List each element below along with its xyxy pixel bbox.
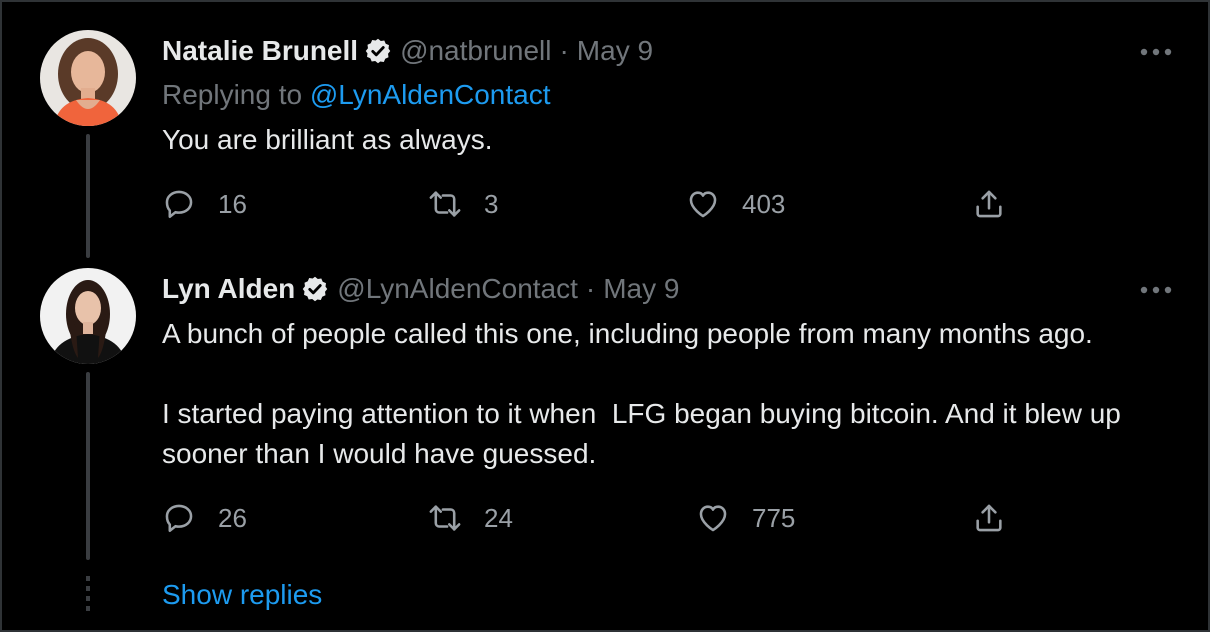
thread-connector-line (86, 372, 90, 560)
replying-to-line: Replying to @LynAldenContact (162, 78, 551, 112)
reply-count: 16 (218, 188, 247, 219)
replying-to-link[interactable]: @LynAldenContact (310, 79, 551, 110)
like-button[interactable]: 775 (696, 498, 795, 538)
author-name[interactable]: Lyn Alden (162, 272, 295, 306)
verified-badge-icon (365, 38, 391, 64)
reply-count: 26 (218, 502, 247, 533)
like-count: 775 (752, 502, 796, 533)
reply-icon (165, 190, 193, 219)
heart-icon (699, 505, 727, 532)
tweet-thread: Natalie Brunell @natbrunell · May 9 Repl… (0, 0, 1210, 632)
retweet-button[interactable]: 3 (428, 184, 498, 224)
share-icon (976, 504, 1002, 532)
header-separator: · (585, 273, 596, 304)
tweet-header: Lyn Alden @LynAldenContact · May 9 (162, 272, 679, 306)
verified-badge-icon (303, 276, 328, 302)
avatar-image (40, 268, 136, 364)
replying-to-prefix: Replying to (162, 79, 310, 110)
reply-button[interactable]: 16 (162, 184, 247, 224)
tweet-text: A bunch of people called this one, inclu… (162, 318, 1121, 469)
like-count: 403 (742, 188, 786, 219)
like-button[interactable]: 403 (686, 184, 785, 224)
author-handle[interactable]: @natbrunell (400, 34, 551, 68)
share-button[interactable] (972, 498, 1006, 538)
tweet-date[interactable]: May 9 (603, 272, 679, 306)
retweet-count: 24 (484, 502, 513, 533)
more-options-icon[interactable] (1138, 42, 1174, 62)
tweet-text: You are brilliant as always. (162, 124, 493, 155)
more-options-icon[interactable] (1138, 280, 1174, 300)
share-icon (976, 190, 1002, 218)
header-separator: · (559, 35, 569, 66)
retweet-button[interactable]: 24 (428, 498, 513, 538)
tweet-header: Natalie Brunell @natbrunell · May 9 (162, 34, 653, 68)
author-name[interactable]: Natalie Brunell (162, 34, 358, 68)
thread-dotted-line (86, 576, 90, 612)
reply-button[interactable]: 26 (162, 498, 247, 538)
tweet-actions: 26 24 775 (162, 498, 1032, 538)
heart-icon (689, 191, 717, 218)
show-replies-link[interactable]: Show replies (162, 578, 322, 612)
share-button[interactable] (972, 184, 1006, 224)
tweet-date[interactable]: May 9 (577, 34, 653, 68)
retweet-icon (429, 191, 461, 217)
tweet-actions: 16 3 403 (162, 184, 1032, 224)
avatar-image (40, 30, 136, 126)
retweet-count: 3 (484, 188, 499, 219)
avatar-lyn-alden[interactable] (40, 268, 136, 364)
thread-connector-line (86, 134, 90, 258)
retweet-icon (429, 505, 461, 531)
author-handle[interactable]: @LynAldenContact (337, 272, 578, 306)
avatar-natalie-brunell[interactable] (40, 30, 136, 126)
reply-icon (165, 504, 193, 533)
